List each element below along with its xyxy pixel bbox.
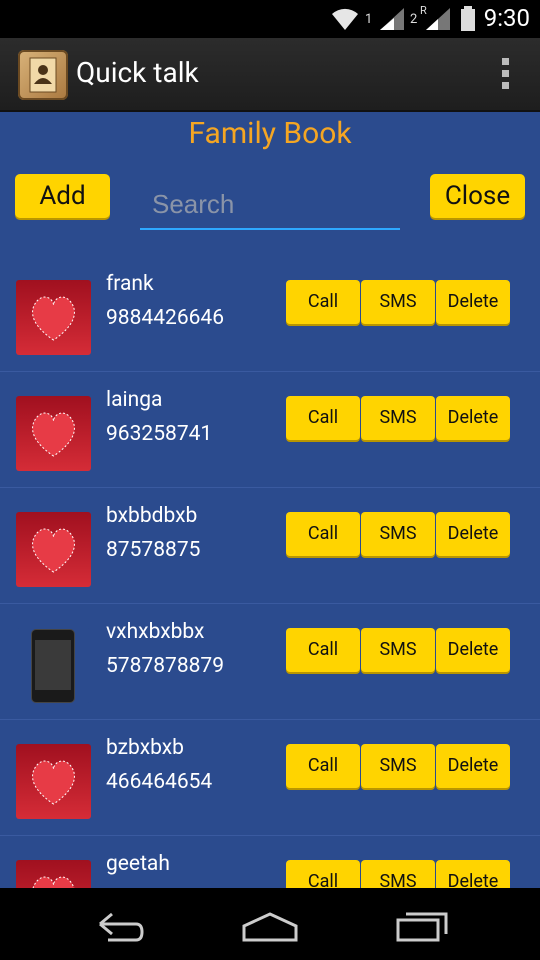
status-bar: 1 2 R 9:30: [0, 0, 540, 38]
list-item[interactable]: vxhxbxbbx 5787878879 Call SMS Delete: [0, 604, 540, 720]
contact-name: lainga: [106, 388, 163, 412]
signal-icon: [380, 8, 404, 30]
signal-roaming-icon: [426, 8, 450, 30]
contact-number: 5787878879: [106, 654, 225, 678]
contact-list: frank 9884426646 Call SMS Delete lainga …: [0, 256, 540, 888]
call-button[interactable]: Call: [286, 512, 360, 556]
contact-number: 466464654: [106, 770, 213, 794]
contact-number: 963258741: [106, 422, 213, 446]
list-item[interactable]: lainga 963258741 Call SMS Delete: [0, 372, 540, 488]
list-item[interactable]: geetah Call SMS Delete: [0, 836, 540, 888]
contact-name: bzbxbxb: [106, 736, 184, 760]
search-field: [140, 182, 400, 230]
close-button[interactable]: Close: [430, 174, 525, 218]
action-bar: Quick talk: [0, 38, 540, 112]
delete-button[interactable]: Delete: [436, 396, 510, 440]
sms-button[interactable]: SMS: [361, 280, 435, 324]
contact-name: frank: [106, 272, 154, 296]
contact-photo: [16, 280, 91, 355]
contact-number: 9884426646: [106, 306, 225, 330]
delete-button[interactable]: Delete: [436, 280, 510, 324]
page-title: Family Book: [188, 116, 352, 151]
recent-apps-icon[interactable]: [392, 906, 452, 946]
contacts-book-icon[interactable]: [18, 50, 68, 100]
list-item[interactable]: bzbxbxb 466464654 Call SMS Delete: [0, 720, 540, 836]
contact-name: geetah: [106, 852, 170, 876]
wifi-icon: [332, 8, 358, 30]
add-button[interactable]: Add: [15, 174, 110, 218]
battery-icon: [461, 6, 475, 31]
app-title: Quick talk: [76, 56, 199, 89]
list-item[interactable]: frank 9884426646 Call SMS Delete: [0, 256, 540, 372]
delete-button[interactable]: Delete: [436, 744, 510, 788]
contact-name: bxbbdbxb: [106, 504, 198, 528]
delete-button[interactable]: Delete: [436, 512, 510, 556]
sms-button[interactable]: SMS: [361, 628, 435, 672]
call-button[interactable]: Call: [286, 396, 360, 440]
search-input[interactable]: [140, 182, 400, 226]
list-item[interactable]: bxbbdbxb 87578875 Call SMS Delete: [0, 488, 540, 604]
call-button[interactable]: Call: [286, 628, 360, 672]
call-button[interactable]: Call: [286, 280, 360, 324]
call-button[interactable]: Call: [286, 860, 360, 888]
contact-photo: [16, 628, 91, 703]
contact-photo: [16, 744, 91, 819]
sms-button[interactable]: SMS: [361, 860, 435, 888]
delete-button[interactable]: Delete: [436, 628, 510, 672]
contact-photo: [16, 512, 91, 587]
sms-button[interactable]: SMS: [361, 396, 435, 440]
sim2-label: 2: [410, 12, 418, 27]
sms-button[interactable]: SMS: [361, 744, 435, 788]
sim1-label: 1: [365, 12, 373, 27]
contact-number: 87578875: [106, 538, 201, 562]
call-button[interactable]: Call: [286, 744, 360, 788]
overflow-menu-icon[interactable]: [500, 58, 510, 92]
delete-button[interactable]: Delete: [436, 860, 510, 888]
back-icon[interactable]: [90, 906, 150, 946]
contact-photo: [16, 396, 91, 471]
status-time: 9:30: [483, 4, 530, 32]
content-area: Family Book Add Close frank 9884426646 C…: [0, 112, 540, 888]
sms-button[interactable]: SMS: [361, 512, 435, 556]
navigation-bar: [0, 888, 540, 960]
contact-photo: [16, 860, 91, 888]
contact-name: vxhxbxbbx: [106, 620, 205, 644]
home-icon[interactable]: [240, 906, 300, 946]
